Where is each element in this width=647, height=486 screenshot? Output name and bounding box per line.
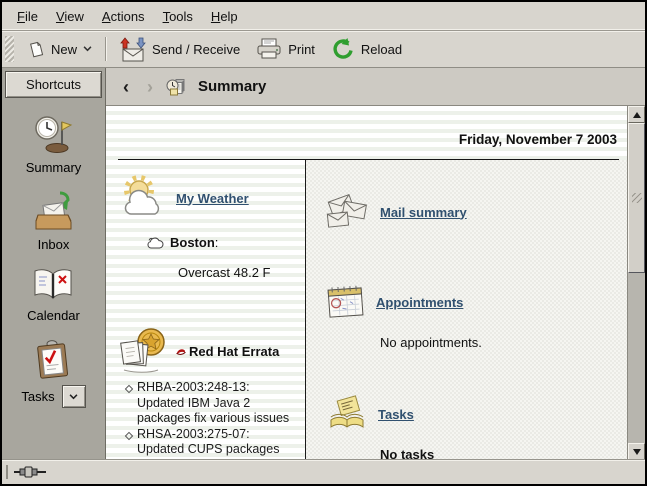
chevron-down-icon — [69, 394, 78, 400]
menu-help[interactable]: Help — [202, 5, 247, 28]
online-plug-icon[interactable] — [14, 465, 46, 479]
weather-location: Boston — [170, 235, 215, 250]
errata-item[interactable]: RHSA-2003:275-07: Updated CUPS packages … — [126, 427, 305, 461]
bullet-icon — [125, 431, 133, 439]
sidebar-item-label: Summary — [26, 160, 82, 175]
scroll-up-button[interactable] — [628, 106, 645, 123]
tasks-link[interactable]: Tasks — [378, 407, 414, 422]
documents-gold-seal-icon — [118, 326, 168, 376]
left-column: My Weather Boston: Overcast 48.2 F — [106, 160, 306, 460]
print-label: Print — [288, 42, 315, 57]
view-header: ‹ › Summary — [106, 68, 645, 106]
menu-view[interactable]: View — [47, 5, 93, 28]
no-appointments-text: No appointments. — [380, 335, 627, 350]
menu-actions[interactable]: Actions — [93, 5, 154, 28]
menu-file[interactable]: File — [8, 5, 47, 28]
cloud-icon — [146, 236, 164, 250]
send-receive-button[interactable]: Send / Receive — [112, 32, 248, 67]
sidebar-item-label: Tasks — [21, 389, 54, 404]
print-icon — [256, 37, 282, 61]
scrollbar-track[interactable] — [628, 273, 645, 443]
thumb-grip-icon — [632, 193, 642, 203]
date-label: Friday, November 7 2003 — [459, 132, 617, 147]
shortcuts-group-button[interactable]: Shortcuts — [5, 71, 102, 98]
errata-item[interactable]: RHBA-2003:248-13: Updated IBM Java 2 pac… — [126, 380, 305, 427]
send-receive-icon — [120, 37, 146, 62]
sidebar-item-inbox[interactable]: Inbox — [33, 190, 75, 252]
status-bar — [2, 459, 645, 484]
summary-view-icon — [166, 77, 186, 97]
date-row: Friday, November 7 2003 — [106, 106, 627, 160]
sun-cloud-icon — [118, 173, 168, 223]
tasks-clipboard-icon — [33, 338, 73, 380]
sidebar-item-tasks[interactable]: Tasks — [21, 338, 85, 408]
view-title: Summary — [198, 78, 266, 95]
new-button-label: New — [51, 42, 77, 57]
weather-location-colon: : — [215, 235, 219, 250]
weather-condition: Overcast 48.2 F — [178, 265, 305, 280]
errata-title: Red Hat Errata — [189, 344, 279, 359]
sidebar-item-label: Calendar — [27, 308, 80, 323]
sidebar-item-label: Inbox — [38, 237, 70, 252]
scrollbar-thumb[interactable] — [628, 123, 645, 273]
bullet-icon — [125, 385, 133, 393]
sidebar-item-summary[interactable]: Summary — [26, 113, 82, 175]
toolbar-grip[interactable] — [5, 36, 14, 62]
back-button[interactable]: ‹ — [118, 78, 134, 96]
reload-icon — [331, 37, 355, 61]
inbox-envelope-box-icon — [33, 190, 75, 232]
sticky-notes-icon — [324, 394, 370, 434]
main-area: ‹ › Summary Friday, November 7 2003 — [106, 68, 645, 460]
summary-canvas: Friday, November 7 2003 — [106, 106, 627, 460]
menu-bar: File View Actions Tools Help — [2, 2, 645, 31]
calendar-open-book-icon — [32, 267, 74, 303]
sidebar-item-calendar[interactable]: Calendar — [27, 267, 80, 323]
evolution-window: File View Actions Tools Help New — [0, 0, 647, 486]
toolbar: New Send / Receive — [2, 31, 645, 68]
reload-label: Reload — [361, 42, 402, 57]
toolbar-separator — [105, 37, 107, 61]
shortcut-group-dropdown-button[interactable] — [62, 385, 86, 408]
send-receive-label: Send / Receive — [152, 42, 240, 57]
right-column: Mail summary — [306, 160, 627, 460]
menu-tools[interactable]: Tools — [154, 5, 202, 28]
chevron-down-icon — [83, 46, 92, 52]
new-note-icon — [27, 40, 45, 58]
statusbar-grip — [6, 465, 8, 479]
red-hat-icon — [176, 347, 186, 356]
up-arrow-icon — [633, 112, 641, 118]
envelopes-icon — [324, 190, 372, 234]
mail-summary-link[interactable]: Mail summary — [380, 205, 467, 220]
summary-content: Friday, November 7 2003 — [106, 106, 645, 460]
reload-button[interactable]: Reload — [323, 32, 410, 66]
print-button[interactable]: Print — [248, 32, 323, 66]
shortcuts-sidebar: Shortcuts Summary — [2, 68, 106, 460]
calendar-pad-icon — [324, 282, 368, 322]
vertical-scrollbar — [627, 106, 645, 460]
scroll-down-button[interactable] — [628, 443, 645, 460]
forward-button[interactable]: › — [142, 78, 158, 96]
summary-clock-flag-icon — [33, 113, 75, 155]
appointments-link[interactable]: Appointments — [376, 295, 463, 310]
my-weather-link[interactable]: My Weather — [176, 191, 249, 206]
new-button[interactable]: New — [19, 35, 100, 63]
errata-list: RHBA-2003:248-13: Updated IBM Java 2 pac… — [126, 380, 305, 460]
down-arrow-icon — [633, 449, 641, 455]
shortcuts-group-label: Shortcuts — [26, 77, 81, 92]
